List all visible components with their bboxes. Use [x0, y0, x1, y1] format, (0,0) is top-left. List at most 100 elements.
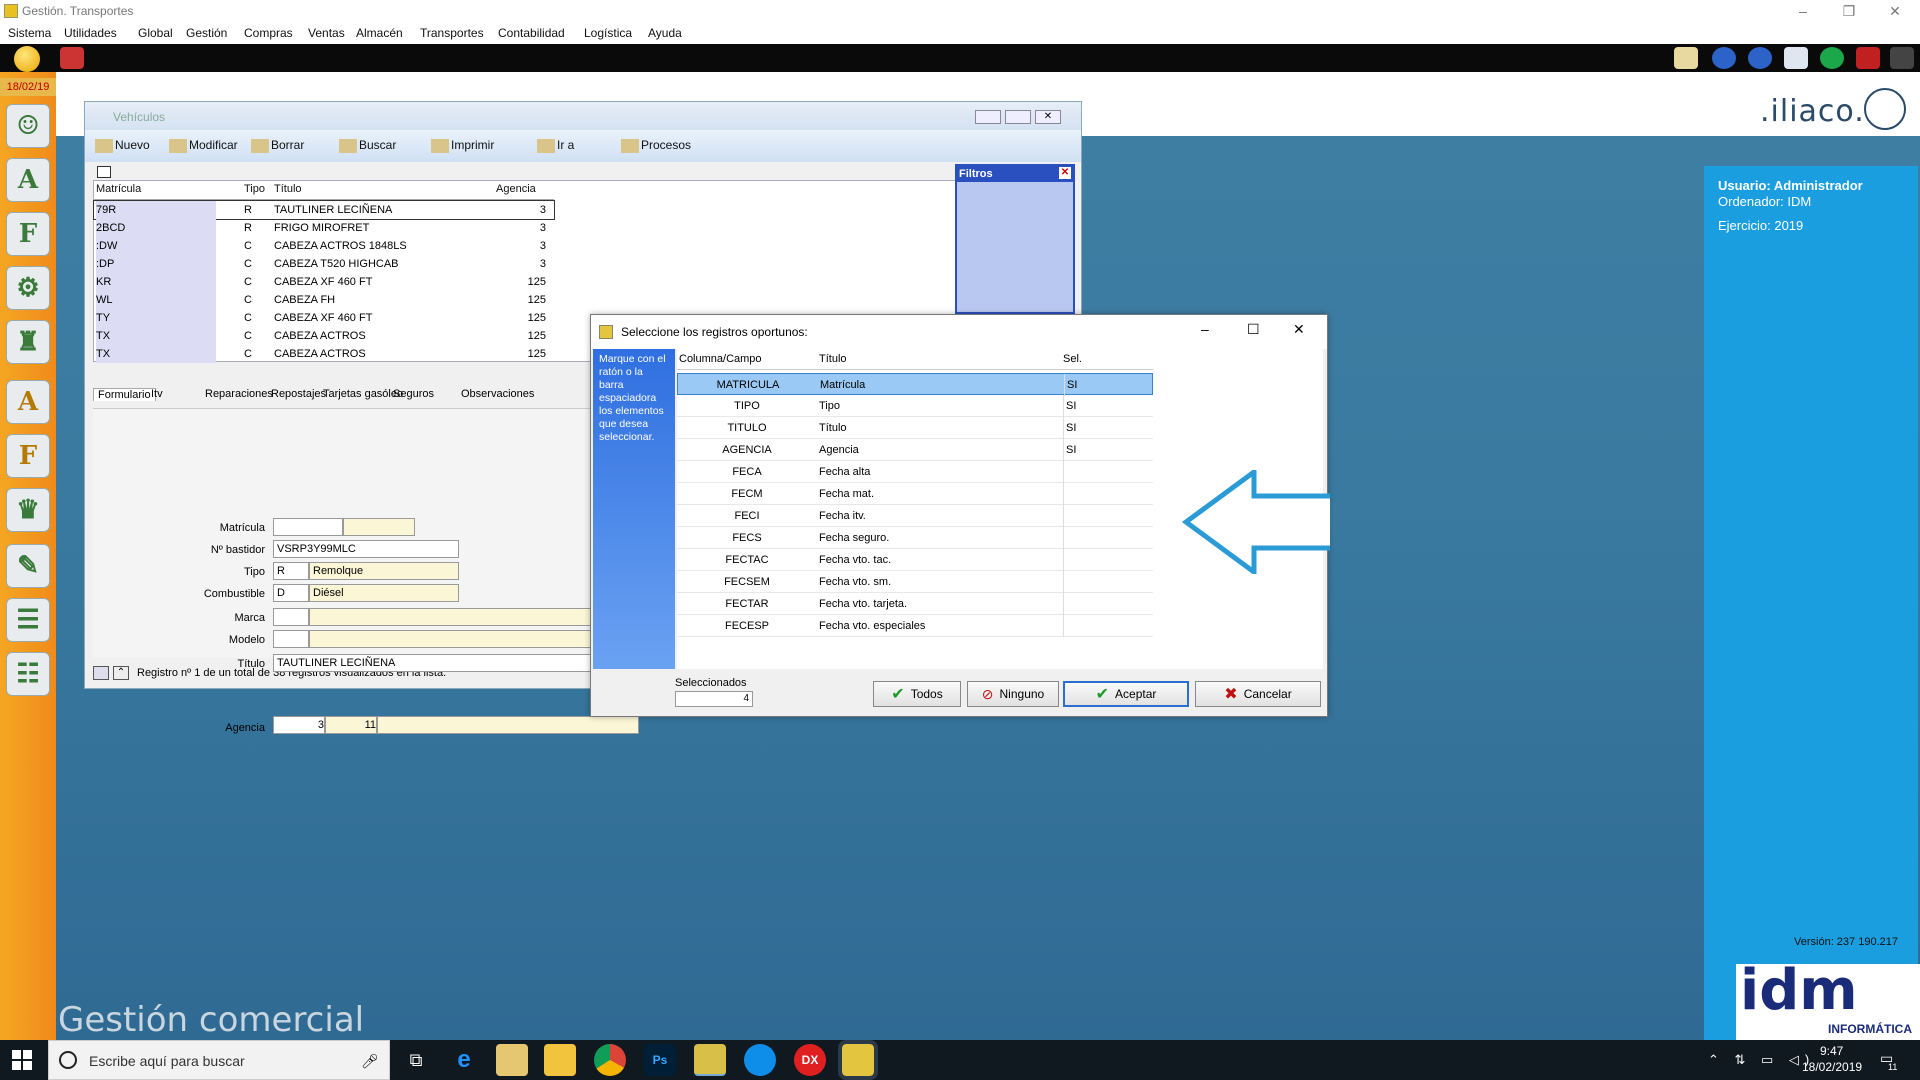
- list-item[interactable]: FECTAR Fecha vto. tarjeta.: [677, 593, 1153, 615]
- tab-6[interactable]: Observaciones: [461, 388, 534, 400]
- select-all-button[interactable]: ✔ Todos: [873, 681, 961, 707]
- table-row[interactable]: 2BCD R FRIGO MIROFRET 3: [94, 219, 554, 237]
- back-arrow-icon[interactable]: [1712, 47, 1736, 69]
- app-small-icon[interactable]: [60, 47, 84, 69]
- mail-icon[interactable]: [1674, 47, 1698, 69]
- mail-app-icon[interactable]: [496, 1044, 528, 1076]
- windows-start-icon[interactable]: [12, 1050, 32, 1070]
- menu-sistema[interactable]: Sistema: [8, 26, 51, 40]
- filters-close-icon[interactable]: ✕: [1059, 167, 1071, 179]
- module-a2-icon[interactable]: A: [6, 380, 50, 424]
- menu-transportes[interactable]: Transportes: [420, 26, 484, 40]
- table-row[interactable]: TX C CABEZA ACTROS 125: [94, 327, 554, 345]
- table-row[interactable]: 79R R TAUTLINER LECIÑENA 3: [93, 200, 555, 220]
- table-row[interactable]: WL C CABEZA FH 125: [94, 291, 554, 309]
- tool-buscar-button[interactable]: Buscar: [339, 138, 396, 153]
- report-icon[interactable]: ☷: [6, 652, 50, 696]
- orb-icon[interactable]: [14, 46, 40, 72]
- list-item[interactable]: FECM Fecha mat.: [677, 483, 1153, 505]
- dialog-maximize-button[interactable]: ☐: [1247, 321, 1260, 338]
- tab-4[interactable]: Tarjetas gasóleo: [323, 388, 403, 400]
- help-icon[interactable]: [1820, 47, 1844, 69]
- tool-nuevo-button[interactable]: Nuevo: [95, 138, 150, 153]
- users-icon[interactable]: ☺: [6, 104, 50, 148]
- table-row[interactable]: TY C CABEZA XF 460 FT 125: [94, 309, 554, 327]
- chrome-icon[interactable]: [594, 1044, 626, 1076]
- bag-icon[interactable]: ♜: [6, 320, 50, 364]
- photoshop-icon[interactable]: Ps: [644, 1044, 676, 1076]
- tool-imprimir-button[interactable]: Imprimir: [431, 138, 494, 153]
- restore-button[interactable]: ❐: [1826, 0, 1872, 24]
- list-item[interactable]: TIPO Tipo SI: [677, 395, 1153, 417]
- dialog-close-button[interactable]: ✕: [1293, 321, 1305, 338]
- table-row[interactable]: TX C CABEZA ACTROS 125: [94, 345, 554, 363]
- clock-time[interactable]: 9:47: [1820, 1044, 1843, 1058]
- task-view-icon[interactable]: ⧉: [400, 1044, 432, 1076]
- menu-compras[interactable]: Compras: [244, 26, 293, 40]
- table-row[interactable]: KR C CABEZA XF 460 FT 125: [94, 273, 554, 291]
- tab-0[interactable]: Formulario: [93, 388, 156, 401]
- agencia-b-field[interactable]: 11: [325, 716, 377, 734]
- edit-icon[interactable]: ✎: [6, 544, 50, 588]
- vehiculos-close-button[interactable]: ✕: [1035, 110, 1061, 124]
- tab-1[interactable]: Itv: [151, 388, 163, 400]
- list-item[interactable]: FECS Fecha seguro.: [677, 527, 1153, 549]
- menu-ayuda[interactable]: Ayuda: [648, 26, 682, 40]
- vehiculos-minimize-button[interactable]: [975, 110, 1001, 124]
- tool-borrar-button[interactable]: Borrar: [251, 138, 304, 153]
- marca-code-field[interactable]: [273, 608, 309, 626]
- window-list-icon[interactable]: [1784, 47, 1808, 69]
- close-button[interactable]: ✕: [1872, 0, 1918, 24]
- list-item[interactable]: TITULO Título SI: [677, 417, 1153, 439]
- menu-logística[interactable]: Logística: [584, 26, 632, 40]
- shopping-bag-icon[interactable]: ♛: [6, 488, 50, 532]
- teamviewer-icon[interactable]: [744, 1044, 776, 1076]
- menu-contabilidad[interactable]: Contabilidad: [498, 26, 565, 40]
- settings-icon[interactable]: ⚙: [6, 266, 50, 310]
- tab-2[interactable]: Reparaciones: [205, 388, 273, 400]
- gestion-active-icon[interactable]: [838, 1040, 878, 1080]
- exit-icon[interactable]: [1890, 47, 1914, 69]
- cancel-button[interactable]: ✖ Cancelar: [1195, 681, 1321, 707]
- minimize-button[interactable]: –: [1780, 0, 1826, 24]
- module-f2-icon[interactable]: F: [6, 434, 50, 478]
- grid-toggle-icon[interactable]: [97, 166, 111, 178]
- tool-ir-a-button[interactable]: Ir a: [537, 138, 574, 153]
- agencia-a-field[interactable]: 3: [273, 716, 325, 734]
- edge-icon[interactable]: e: [448, 1044, 480, 1076]
- list-item[interactable]: MATRICULA Matrícula SI: [677, 373, 1153, 396]
- collapse-icon[interactable]: ⌃: [113, 666, 129, 680]
- clock-date[interactable]: 18/02/2019: [1802, 1060, 1862, 1074]
- menu-utilidades[interactable]: Utilidades: [64, 26, 117, 40]
- list-icon[interactable]: ☰: [6, 598, 50, 642]
- list-item[interactable]: FECA Fecha alta: [677, 461, 1153, 483]
- menu-global[interactable]: Global: [138, 26, 173, 40]
- list-item[interactable]: AGENCIA Agencia SI: [677, 439, 1153, 461]
- list-item[interactable]: FECESP Fecha vto. especiales: [677, 615, 1153, 637]
- close-window-icon[interactable]: [1856, 47, 1880, 69]
- tab-3[interactable]: Repostajes: [271, 388, 326, 400]
- menu-gestión[interactable]: Gestión: [186, 26, 227, 40]
- dialog-minimize-button[interactable]: –: [1201, 321, 1209, 337]
- tool-procesos-button[interactable]: Procesos: [621, 138, 691, 153]
- matricula-ext-field[interactable]: [343, 518, 415, 536]
- select-none-button[interactable]: ⊘ Ninguno: [967, 681, 1059, 707]
- tipo-code-field[interactable]: R: [273, 562, 309, 580]
- table-row[interactable]: :DW C CABEZA ACTROS 1848LS 3: [94, 237, 554, 255]
- keyboard-icon[interactable]: [93, 666, 109, 680]
- gestion-app-icon[interactable]: [694, 1044, 726, 1076]
- table-row[interactable]: :DP C CABEZA T520 HIGHCAB 3: [94, 255, 554, 273]
- tray-icons[interactable]: ⌃ ⇅ ▭ ◁): [1708, 1052, 1815, 1068]
- tool-modificar-button[interactable]: Modificar: [169, 138, 238, 153]
- explorer-icon[interactable]: [544, 1044, 576, 1076]
- vehiculos-maximize-button[interactable]: [1005, 110, 1031, 124]
- comb-name-field[interactable]: Diésel: [309, 584, 459, 602]
- module-a-icon[interactable]: A: [6, 158, 50, 202]
- accept-button[interactable]: ✔ Aceptar: [1063, 681, 1189, 707]
- bastidor-field[interactable]: VSRP3Y99MLC: [273, 540, 459, 558]
- titulo-field[interactable]: TAUTLINER LECIÑENA: [273, 654, 639, 672]
- forward-arrow-icon[interactable]: [1748, 47, 1772, 69]
- menu-almacén[interactable]: Almacén: [356, 26, 403, 40]
- microphone-icon[interactable]: 🎤︎: [361, 1053, 379, 1070]
- dx-icon[interactable]: DX: [794, 1044, 826, 1076]
